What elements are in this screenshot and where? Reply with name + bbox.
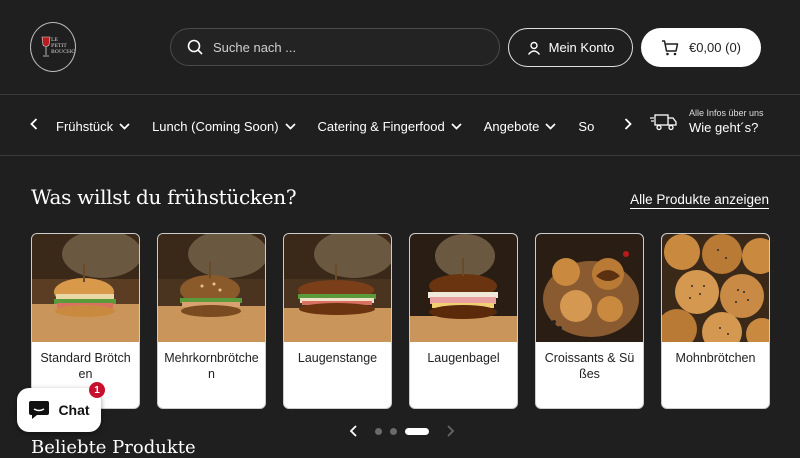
chat-button[interactable]: Chat <box>17 388 101 432</box>
account-label: Mein Konto <box>548 40 615 55</box>
search-bar[interactable] <box>170 28 500 66</box>
carousel-prev-arrow[interactable] <box>349 425 359 437</box>
nav-item-fruehstueck[interactable]: Frühstück <box>56 119 130 134</box>
chat-label: Chat <box>58 402 90 418</box>
chevron-down-icon <box>451 122 462 130</box>
search-input[interactable] <box>213 39 473 55</box>
product-card-mohnbroetchen[interactable]: Mohnbrötchen <box>661 233 770 409</box>
info-text: Alle Infos über uns Wie geht´s? <box>689 108 764 135</box>
chevron-down-icon <box>119 122 130 130</box>
carousel-pagination <box>349 425 455 437</box>
product-card-standard-broetchen[interactable]: Standard Brötchen <box>31 233 140 409</box>
chevron-right-icon <box>624 118 632 130</box>
chevron-down-icon <box>284 122 296 130</box>
user-icon <box>527 41 540 55</box>
nav-item-label: So <box>578 118 595 134</box>
info-big-text: Wie geht´s? <box>689 120 759 135</box>
product-image <box>536 234 643 342</box>
product-label: Laugenbagel <box>427 351 500 365</box>
product-label: Standard Brötchen <box>40 351 131 381</box>
nav-item-label: Lunch (Coming Soon) <box>152 118 279 134</box>
chat-notification-badge: 1 <box>89 382 105 398</box>
cart-button[interactable]: €0,00 (0) <box>641 28 761 67</box>
product-label: Mehrkornbrötchen <box>164 351 259 381</box>
cart-label: €0,00 (0) <box>688 40 742 55</box>
product-image <box>158 234 265 342</box>
product-image <box>662 234 769 342</box>
chat-bubble-icon <box>29 401 50 419</box>
section-title: Was willst du frühstücken? <box>31 185 297 209</box>
nav-item-lunch[interactable]: Lunch (Coming Soon) <box>152 118 296 134</box>
product-label: Laugenstange <box>297 351 378 365</box>
logo[interactable]: LE PETIT BOUCHON <box>30 22 76 72</box>
cart-icon <box>661 39 679 55</box>
carousel-dot[interactable] <box>375 427 382 435</box>
account-button[interactable]: Mein Konto <box>508 28 633 67</box>
info-small-text: Alle Infos über uns <box>689 108 764 118</box>
product-carousel: Standard Brötchen Mehrkornbrötchen Lauge… <box>31 233 770 409</box>
nav-prev-arrow[interactable] <box>26 116 42 132</box>
section-title-popular: Beliebte Produkte <box>31 437 196 458</box>
nav-item-label: Frühstück <box>56 118 114 134</box>
chevron-down-icon <box>545 122 557 130</box>
carousel-next-arrow[interactable] <box>445 425 455 437</box>
nav-items: Frühstück Lunch (Coming Soon) Catering &… <box>56 96 608 156</box>
product-card-laugenstange[interactable]: Laugenstange <box>283 233 392 409</box>
all-products-link[interactable]: Alle Produkte anzeigen <box>630 192 769 209</box>
nav-item-label: Catering & Fingerfood <box>317 118 445 134</box>
product-card-croissants[interactable]: Croissants & Süßes <box>535 233 644 409</box>
site-header: LE PETIT BOUCHON Mein Konto €0,00 (0) <box>0 0 800 95</box>
nav-item-label: Angebote <box>483 118 540 134</box>
logo-text: LE PETIT BOUCHON <box>51 37 76 55</box>
info-link[interactable]: Alle Infos über uns Wie geht´s? <box>650 108 764 135</box>
nav-item-catering[interactable]: Catering & Fingerfood <box>318 119 462 134</box>
delivery-truck-icon <box>650 113 677 130</box>
nav-item-truncated[interactable]: So <box>578 119 594 134</box>
carousel-dot[interactable] <box>390 427 397 435</box>
product-label: Mohnbrötchen <box>675 351 756 365</box>
product-card-laugenbagel[interactable]: Laugenbagel <box>409 233 518 409</box>
product-label: Croissants & Süßes <box>544 351 635 381</box>
nav-next-arrow[interactable] <box>620 116 636 132</box>
product-image <box>284 234 391 342</box>
product-card-mehrkornbroetchen[interactable]: Mehrkornbrötchen <box>157 233 266 409</box>
product-image <box>410 234 517 342</box>
search-icon <box>187 39 203 55</box>
chevron-left-icon <box>30 118 38 130</box>
carousel-dot-active[interactable] <box>405 427 429 435</box>
product-image <box>32 234 139 342</box>
nav-item-angebote[interactable]: Angebote <box>484 119 557 134</box>
